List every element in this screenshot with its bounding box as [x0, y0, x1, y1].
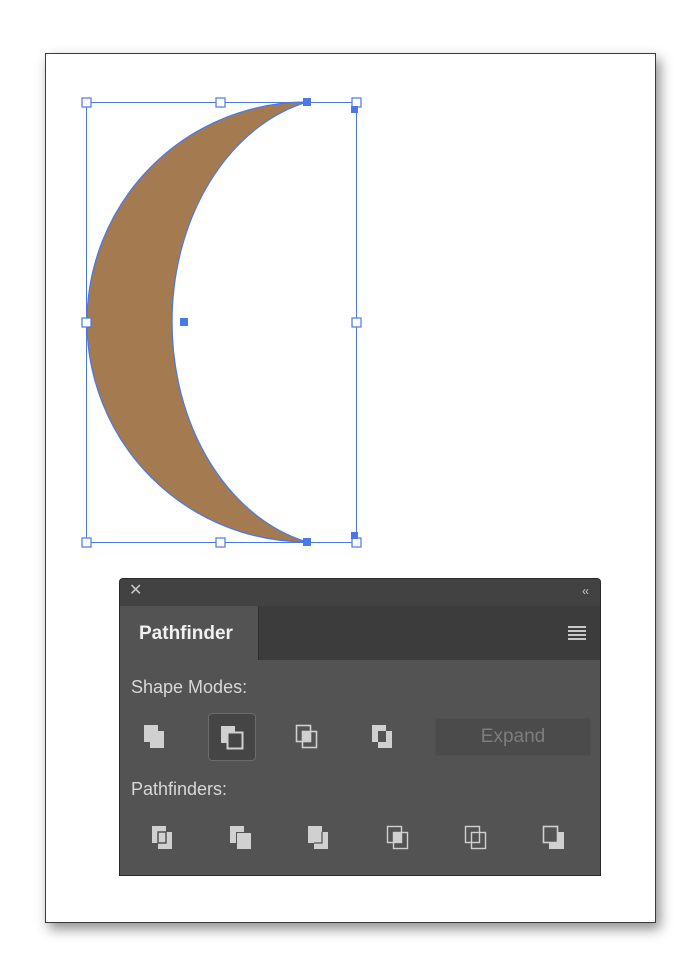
anchor-point[interactable] — [351, 106, 358, 113]
handle-bottom-left[interactable] — [81, 537, 92, 548]
expand-button[interactable]: Expand — [435, 718, 591, 756]
merge-button[interactable] — [297, 815, 345, 863]
handle-top-left[interactable] — [81, 97, 92, 108]
minus-front-button[interactable] — [208, 713, 256, 761]
hamburger-menu-icon[interactable] — [568, 626, 586, 640]
pathfinder-panel: ✕ ‹‹ Pathfinder Shape Modes: Expand Path… — [119, 578, 601, 876]
double-chevron-left-icon[interactable]: ‹‹ — [582, 584, 589, 598]
minus-back-button[interactable] — [532, 815, 580, 863]
divide-icon — [152, 826, 172, 849]
outline-button[interactable] — [454, 815, 502, 863]
trim-button[interactable] — [219, 815, 267, 863]
unite-icon — [144, 725, 164, 748]
minus-back-icon — [542, 825, 564, 849]
anchor-point[interactable] — [180, 318, 188, 326]
pathfinders-label: Pathfinders: — [131, 779, 228, 799]
shape-modes-label: Shape Modes: — [131, 677, 248, 697]
handle-top-middle[interactable] — [215, 97, 226, 108]
handle-middle-right[interactable] — [351, 317, 362, 328]
merge-icon — [308, 826, 328, 849]
handle-middle-left[interactable] — [81, 317, 92, 328]
anchor-point[interactable] — [351, 532, 358, 539]
crescent-shape[interactable] — [86, 101, 308, 543]
minus-front-icon — [221, 726, 244, 750]
anchor-point[interactable] — [303, 538, 311, 546]
tab-label: Pathfinder — [139, 623, 233, 644]
exclude-icon — [372, 725, 392, 748]
anchor-point[interactable] — [303, 98, 311, 106]
crop-icon — [386, 825, 409, 850]
panel-titlebar[interactable]: ✕ ‹‹ — [120, 579, 600, 607]
intersect-button[interactable] — [284, 713, 332, 761]
exclude-button[interactable] — [360, 713, 408, 761]
handle-bottom-middle[interactable] — [215, 537, 226, 548]
close-icon[interactable]: ✕ — [129, 583, 145, 599]
crop-button[interactable] — [376, 815, 424, 863]
outline-icon — [464, 825, 487, 850]
intersect-icon — [295, 724, 318, 749]
panel-tabbar: Pathfinder — [120, 606, 600, 660]
trim-icon — [230, 826, 251, 849]
tab-pathfinder[interactable]: Pathfinder — [120, 606, 259, 660]
handle-top-right[interactable] — [351, 97, 362, 108]
unite-button[interactable] — [132, 713, 180, 761]
divide-button[interactable] — [141, 815, 189, 863]
handle-bottom-right[interactable] — [351, 537, 362, 548]
